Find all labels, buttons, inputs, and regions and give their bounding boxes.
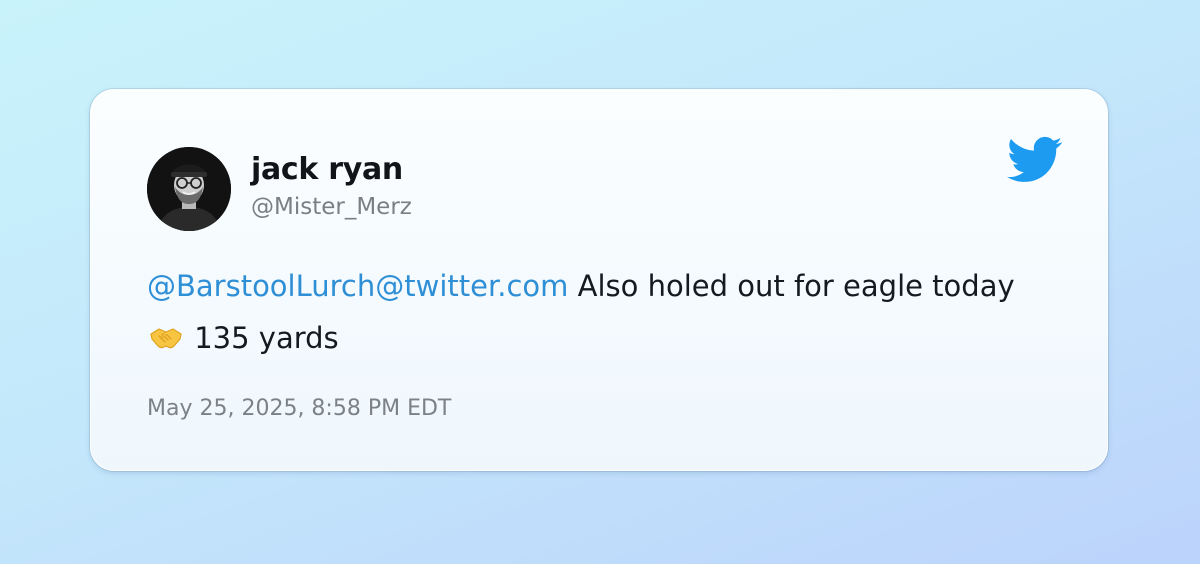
tweet-timestamp[interactable]: May 25, 2025, 8:58 PM EDT <box>147 396 451 421</box>
tweet-text: @BarstoolLurch@twitter.com Also holed ou… <box>147 260 1047 364</box>
author-handle[interactable]: @Mister_Merz <box>251 194 412 220</box>
author-name[interactable]: jack ryan <box>251 152 403 187</box>
mention-link[interactable]: @BarstoolLurch@twitter.com <box>147 269 568 303</box>
twitter-bird-icon[interactable] <box>1007 136 1063 184</box>
tweet-text-part: Also holed out for eagle today <box>568 269 1015 303</box>
tweet-card: jack ryan @Mister_Merz @BarstoolLurch@tw… <box>90 89 1108 471</box>
handshake-emoji <box>149 315 183 349</box>
person-avatar-icon <box>147 147 231 231</box>
avatar[interactable] <box>147 147 231 231</box>
tweet-text-part-2: 135 yards <box>194 321 339 355</box>
